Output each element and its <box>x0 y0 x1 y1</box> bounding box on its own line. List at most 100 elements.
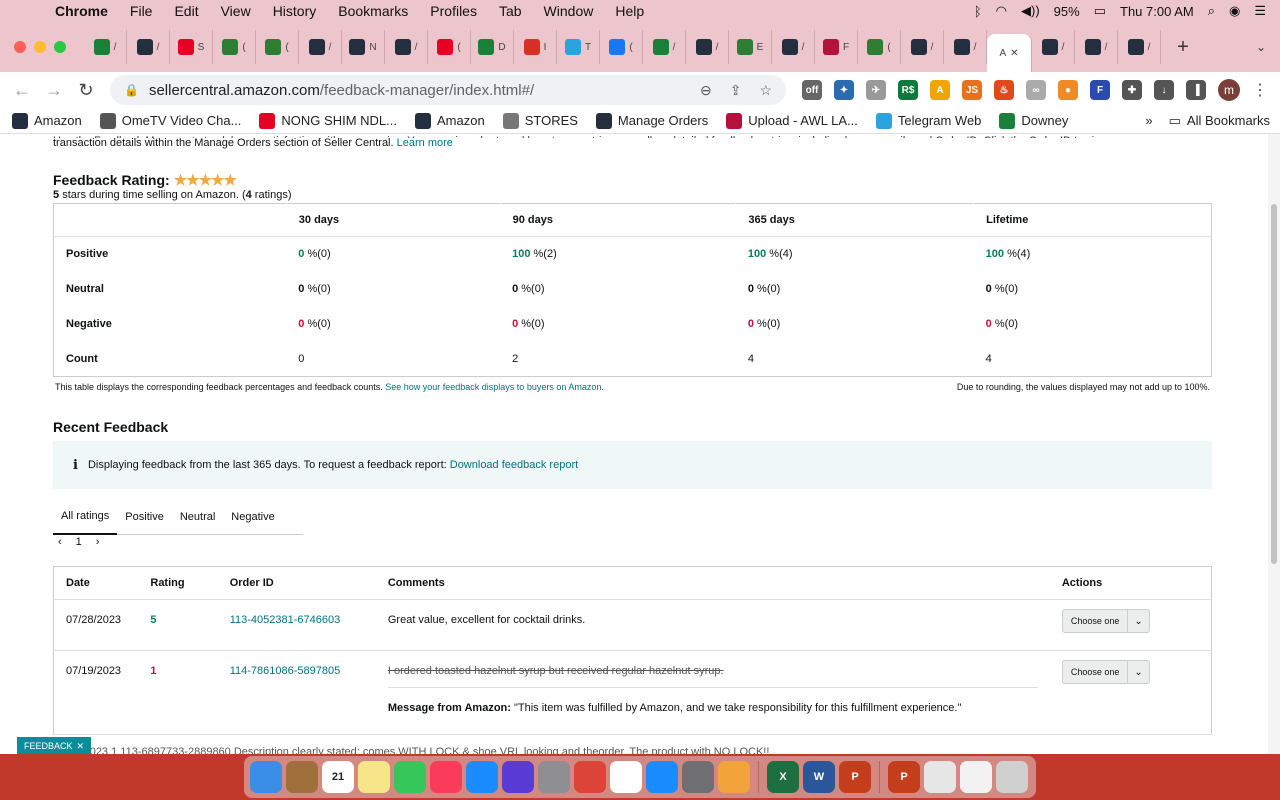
tab-13[interactable]: / <box>643 30 686 64</box>
tab-11[interactable]: T <box>557 30 600 64</box>
tab-10[interactable]: I <box>514 30 557 64</box>
forward-button[interactable]: → <box>38 80 70 101</box>
menu-edit[interactable]: Edit <box>163 3 209 19</box>
clock[interactable]: Thu 7:00 AM <box>1120 4 1194 19</box>
menu-view[interactable]: View <box>210 3 262 19</box>
extension-boost-icon[interactable]: A <box>930 80 950 100</box>
extension-plane-icon[interactable]: ✈ <box>866 80 886 100</box>
siri-icon[interactable] <box>502 761 534 793</box>
prev-page-icon[interactable]: ‹ <box>58 536 62 548</box>
extension-f-icon[interactable]: F <box>1090 80 1110 100</box>
extension-fire-icon[interactable]: ♨ <box>994 80 1014 100</box>
profile-avatar[interactable]: m <box>1218 79 1240 101</box>
wifi-icon[interactable]: ◠ <box>996 3 1007 19</box>
tab-after-1[interactable]: / <box>1075 30 1118 64</box>
pdf-icon[interactable]: P <box>888 761 920 793</box>
current-page[interactable]: 1 <box>76 536 82 548</box>
calendar-icon[interactable]: 21 <box>322 761 354 793</box>
order-id-link[interactable]: 114-7861086-5897805 <box>230 665 341 677</box>
trash-icon[interactable] <box>996 761 1028 793</box>
photos-icon[interactable] <box>718 761 750 793</box>
spotlight-icon[interactable]: ⌕ <box>1208 3 1215 19</box>
tab-after-0[interactable]: / <box>1032 30 1075 64</box>
menu-file[interactable]: File <box>119 3 164 19</box>
download-report-link[interactable]: Download feedback report <box>450 459 578 471</box>
back-button[interactable]: ← <box>6 80 38 101</box>
new-tab-button[interactable]: + <box>1169 36 1197 59</box>
tab-6[interactable]: N <box>342 30 385 64</box>
buyer-display-link[interactable]: See how your feedback displays to buyers… <box>385 382 604 392</box>
bookmark-item[interactable]: NONG SHIM NDL... <box>259 112 397 129</box>
settings-icon[interactable] <box>538 761 570 793</box>
menu-profiles[interactable]: Profiles <box>419 3 488 19</box>
filter-tab-positive[interactable]: Positive <box>117 500 172 535</box>
extension-off-icon[interactable]: off <box>802 80 822 100</box>
tab-active[interactable]: A ✕ <box>987 34 1032 72</box>
chevron-down-icon[interactable]: ⌄ <box>1128 616 1148 627</box>
bookmark-item[interactable]: Amazon <box>12 112 82 129</box>
tab-2[interactable]: S <box>170 30 213 64</box>
share-icon[interactable]: ⇪ <box>730 82 742 99</box>
tab-17[interactable]: F <box>815 30 858 64</box>
finder-icon[interactable] <box>250 761 282 793</box>
tab-18[interactable]: ( <box>858 30 901 64</box>
tab-9[interactable]: D <box>471 30 514 64</box>
chrome-icon[interactable] <box>574 761 606 793</box>
tab-4[interactable]: ( <box>256 30 299 64</box>
bookmark-item[interactable]: Amazon <box>415 112 485 129</box>
tab-14[interactable]: / <box>686 30 729 64</box>
extension-circle-icon[interactable]: ● <box>1058 80 1078 100</box>
bookmark-item[interactable]: STORES <box>502 112 578 129</box>
reminders-icon[interactable] <box>610 761 642 793</box>
extension-js-icon[interactable]: JS <box>962 80 982 100</box>
launchpad-icon[interactable] <box>682 761 714 793</box>
scrollbar-thumb[interactable] <box>1271 204 1277 564</box>
tab-search-icon[interactable]: ⌄ <box>1256 40 1266 54</box>
extension-globe-icon[interactable]: ✦ <box>834 80 854 100</box>
menu-app-chrome[interactable]: Chrome <box>44 3 119 19</box>
tab-8[interactable]: ( <box>428 30 471 64</box>
word-icon[interactable]: W <box>803 761 835 793</box>
spreadsheet-doc-icon[interactable] <box>924 761 956 793</box>
downloads-icon[interactable]: ↓ <box>1154 80 1174 100</box>
tab-16[interactable]: / <box>772 30 815 64</box>
battery-icon[interactable]: ▭ <box>1094 3 1106 19</box>
tab-12[interactable]: ( <box>600 30 643 64</box>
close-window-button[interactable] <box>14 41 26 53</box>
notes-icon[interactable] <box>358 761 390 793</box>
chevron-down-icon[interactable]: ⌄ <box>1128 667 1148 678</box>
menu-window[interactable]: Window <box>533 3 605 19</box>
close-tab-icon[interactable]: ✕ <box>1010 48 1018 59</box>
menu-tab[interactable]: Tab <box>488 3 533 19</box>
user-icon[interactable]: ◉ <box>1229 3 1240 19</box>
extension-link-icon[interactable]: ∞ <box>1026 80 1046 100</box>
bookmark-star-icon[interactable]: ☆ <box>759 82 772 99</box>
music-icon[interactable] <box>430 761 462 793</box>
excel-icon[interactable]: X <box>767 761 799 793</box>
menu-help[interactable]: Help <box>604 3 655 19</box>
filter-tab-all-ratings[interactable]: All ratings <box>53 500 118 535</box>
bookmark-item[interactable]: Upload - AWL LA... <box>726 112 858 129</box>
tab-7[interactable]: / <box>385 30 428 64</box>
filter-tab-negative[interactable]: Negative <box>223 500 282 535</box>
tab-5[interactable]: / <box>299 30 342 64</box>
tab-after-2[interactable]: / <box>1118 30 1161 64</box>
tab-15[interactable]: E <box>729 30 772 64</box>
tab-20[interactable]: / <box>944 30 987 64</box>
filter-tab-neutral[interactable]: Neutral <box>172 500 223 535</box>
archive-icon[interactable] <box>286 761 318 793</box>
battery-percent[interactable]: 95% <box>1054 4 1080 19</box>
choose-action-dropdown[interactable]: Choose one ⌄ <box>1061 660 1150 684</box>
order-id-link[interactable]: 113-4052381-6746603 <box>230 614 341 626</box>
volume-icon[interactable]: ◀)) <box>1021 3 1040 19</box>
feedback-button[interactable]: FEEDBACK ✕ <box>17 737 91 755</box>
reload-button[interactable]: ↻ <box>70 80 102 101</box>
lock-icon[interactable]: 🔒 <box>124 83 139 97</box>
choose-action-dropdown[interactable]: Choose one ⌄ <box>1061 609 1150 633</box>
all-bookmarks-button[interactable]: ▭ All Bookmarks <box>1169 113 1270 129</box>
bookmark-item[interactable]: OmeTV Video Cha... <box>99 112 241 129</box>
minimize-window-button[interactable] <box>34 41 46 53</box>
powerpoint-icon[interactable]: P <box>839 761 871 793</box>
next-page-icon[interactable]: › <box>96 536 100 548</box>
close-icon[interactable]: ✕ <box>76 741 84 752</box>
